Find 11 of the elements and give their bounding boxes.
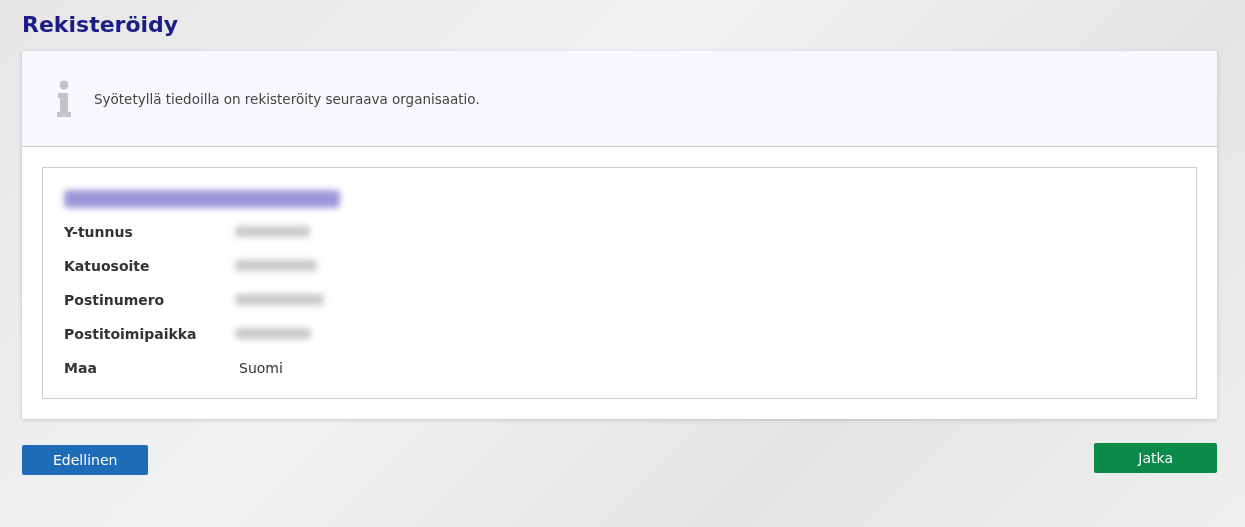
- field-label: Maa: [64, 359, 98, 376]
- field-label: Y-tunnus: [64, 223, 134, 240]
- notice-text: Syötetyllä tiedoilla on rekisteröity seuraava organisaatio.: [94, 90, 480, 107]
- info-icon: [56, 79, 72, 118]
- back-button[interactable]: Edellinen: [22, 445, 149, 475]
- field-label: Postinumero: [64, 291, 166, 308]
- page-title: Rekisteröidy: [22, 12, 180, 37]
- field-value: Suomi: [238, 359, 284, 376]
- field-label: Katuosoite: [64, 257, 151, 274]
- continue-button[interactable]: Jatka: [1094, 443, 1217, 473]
- field-label: Postitoimipaikka: [64, 325, 198, 342]
